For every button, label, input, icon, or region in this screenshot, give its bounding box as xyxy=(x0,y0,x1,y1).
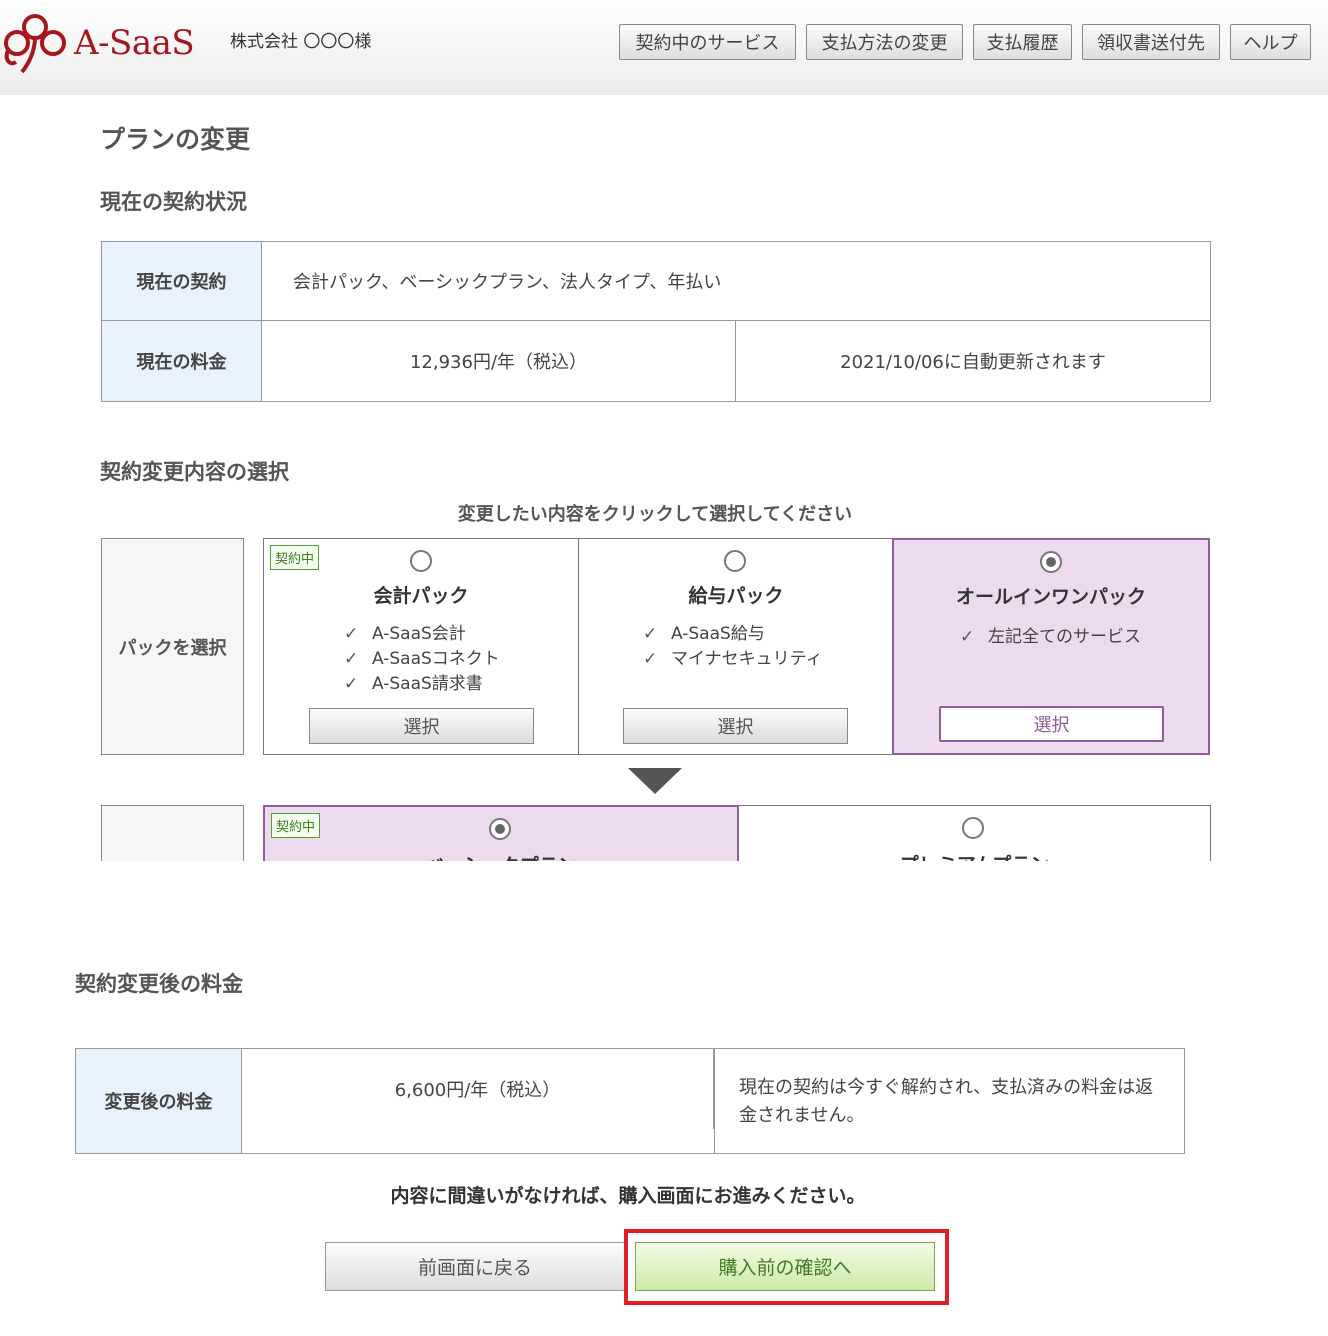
refund-warning: 現在の契約は今すぐ解約され、支払済みの料金は返金されません。 xyxy=(739,1077,1154,1126)
check-icon: ✓ xyxy=(643,649,658,669)
feature-item: ✓ マイナセキュリティ xyxy=(643,649,823,669)
after-fee-heading: 契約変更後の料金 xyxy=(75,972,243,996)
check-icon: ✓ xyxy=(344,674,359,694)
pack-title-all-in-one: オールインワンパック xyxy=(955,586,1146,608)
select-button-all-in-one[interactable]: 選択 xyxy=(939,706,1164,742)
nav-help[interactable]: ヘルプ xyxy=(1230,24,1311,60)
current-contract-label: 現在の契約 xyxy=(102,242,262,321)
plan-option-premium[interactable]: プレミアムプラン xyxy=(738,805,1211,861)
nav-payment-history[interactable]: 支払履歴 xyxy=(973,24,1072,60)
pack-option-accounting[interactable]: 契約中 会計パック ✓ A-SaaS会計 ✓ A-SaaSコネクト ✓ A-SaaS請… xyxy=(263,538,579,755)
current-status-heading: 現在の契約状況 xyxy=(100,190,247,214)
current-fee-value: 12,936円/年（税込） xyxy=(262,321,736,401)
pack-title-payroll: 給与パック xyxy=(688,585,784,607)
select-button-payroll[interactable]: 選択 xyxy=(623,708,848,744)
after-fee-label: 変更後の料金 xyxy=(76,1049,242,1153)
check-icon: ✓ xyxy=(643,624,658,644)
highlight-frame xyxy=(624,1229,949,1305)
feature-item: ✓ A-SaaS会計 xyxy=(344,624,466,644)
check-icon: ✓ xyxy=(344,624,359,644)
renewal-date: 2021/10/06に自動更新されます xyxy=(840,352,1106,373)
pack-radio-all-in-one[interactable] xyxy=(1040,551,1062,573)
current-fee-label: 現在の料金 xyxy=(102,321,262,401)
plan-radio-premium[interactable] xyxy=(962,817,984,839)
logo[interactable]: A-SaaS xyxy=(0,8,195,78)
nav-payment-method[interactable]: 支払方法の変更 xyxy=(806,24,963,60)
clover-logo-icon xyxy=(4,14,66,74)
plan-select-label xyxy=(101,805,244,861)
feature-item: ✓ A-SaaSコネクト xyxy=(344,649,500,669)
confirm-message: 内容に間違いがなければ、購入画面にお進みください。 xyxy=(390,1185,866,1207)
pack-radio-payroll[interactable] xyxy=(724,550,746,572)
nav-receipt-address[interactable]: 領収書送付先 xyxy=(1082,24,1220,60)
plan-option-basic[interactable]: 契約中 ベーシックプラン xyxy=(263,805,739,861)
pack-select-label: パックを選択 xyxy=(101,538,244,755)
plan-title-basic: ベーシックプラン xyxy=(265,851,737,861)
current-contract-badge: 契約中 xyxy=(271,813,321,838)
after-fee-table: 変更後の料金 6,600円/年（税込） 現在の契約は今すぐ解約され、支払済みの料… xyxy=(75,1048,1185,1154)
company-name: 株式会社 〇〇〇様 xyxy=(230,32,372,52)
feature-item: ✓ A-SaaS請求書 xyxy=(344,674,483,694)
check-icon: ✓ xyxy=(960,627,975,647)
plan-selection-area: 契約中 ベーシックプラン プレミアムプラン xyxy=(0,805,1328,861)
pack-title-accounting: 会計パック xyxy=(373,585,469,607)
select-button-accounting[interactable]: 選択 xyxy=(309,708,534,744)
current-contract-value: 会計パック、ベーシックプラン、法人タイプ、年払い xyxy=(262,242,1210,321)
logo-text: A-SaaS xyxy=(74,23,195,63)
back-button[interactable]: 前画面に戻る xyxy=(325,1242,625,1291)
selection-instruction: 変更したい内容をクリックして選択してください xyxy=(457,504,853,525)
pack-option-all-in-one[interactable]: オールインワンパック ✓ 左記全てのサービス 選択 xyxy=(892,538,1210,755)
change-selection-heading: 契約変更内容の選択 xyxy=(100,460,289,484)
after-fee-value: 6,600円/年（税込） xyxy=(242,1049,714,1129)
current-contract-badge: 契約中 xyxy=(270,545,320,570)
current-contract-table: 現在の契約 会計パック、ベーシックプラン、法人タイプ、年払い 現在の料金 12,… xyxy=(101,241,1211,402)
feature-item: ✓ 左記全てのサービス xyxy=(960,627,1141,647)
plan-title-premium: プレミアムプラン xyxy=(739,850,1210,861)
page-title: プランの変更 xyxy=(100,125,251,154)
header: A-SaaS 株式会社 〇〇〇様 契約中のサービス 支払方法の変更 支払履歴 領… xyxy=(0,0,1328,95)
pack-radio-accounting[interactable] xyxy=(410,550,432,572)
pack-option-payroll[interactable]: 給与パック ✓ A-SaaS給与 ✓ マイナセキュリティ 選択 xyxy=(578,538,894,755)
check-icon: ✓ xyxy=(344,649,359,669)
down-arrow-icon xyxy=(628,768,682,794)
feature-item: ✓ A-SaaS給与 xyxy=(643,624,765,644)
plan-radio-basic[interactable] xyxy=(489,818,511,840)
nav-active-services[interactable]: 契約中のサービス xyxy=(619,24,796,60)
